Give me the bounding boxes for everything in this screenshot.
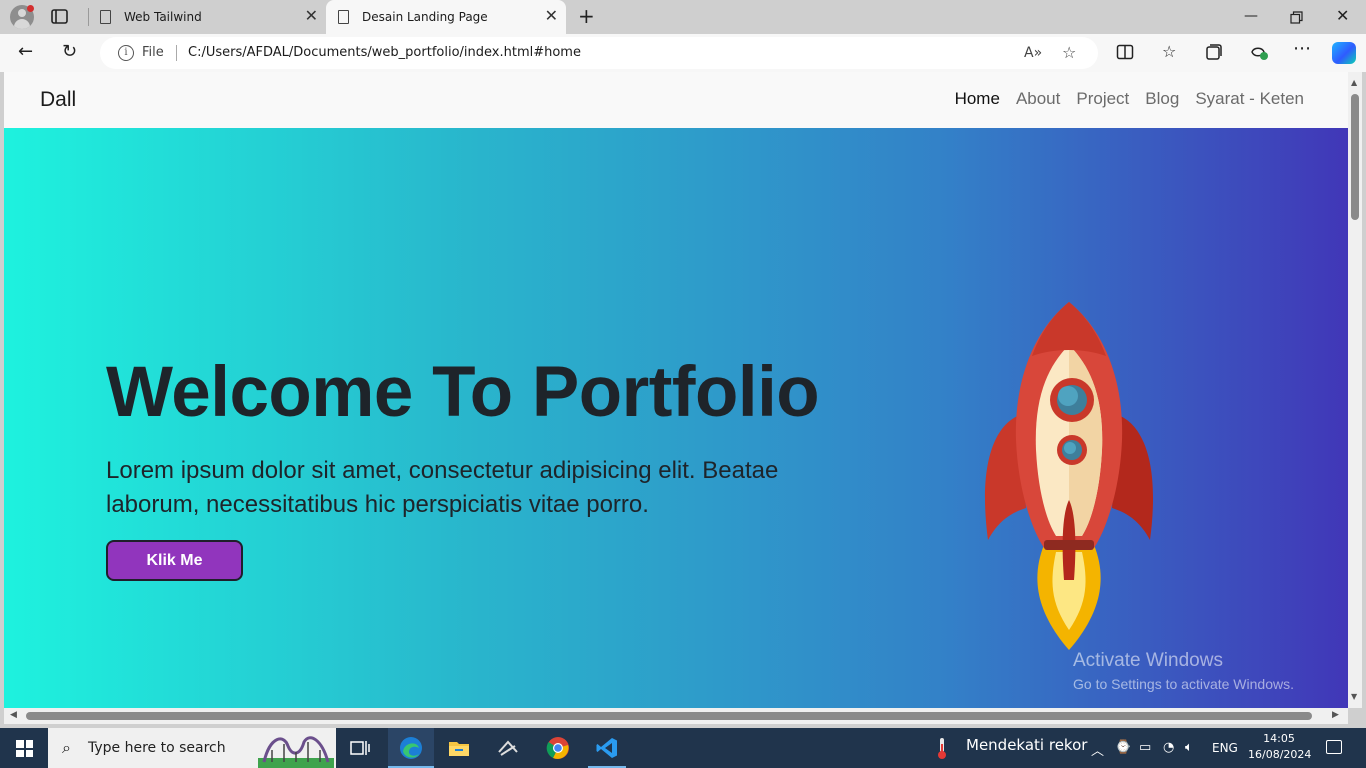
profile-notification-dot [27, 5, 34, 12]
horizontal-scroll-thumb[interactable] [26, 712, 1312, 720]
collections-icon[interactable] [1205, 43, 1223, 61]
tab-title: Web Tailwind [124, 10, 202, 24]
nav-link-home[interactable]: Home [955, 89, 1000, 109]
site-nav: Home About Project Blog Syarat - Keten [939, 89, 1304, 109]
thermometer-icon[interactable] [934, 736, 950, 760]
language-indicator[interactable]: ENG [1212, 741, 1238, 755]
vscode-icon[interactable] [595, 736, 619, 760]
minimize-icon[interactable]: — [1244, 8, 1258, 24]
close-tab-icon[interactable]: ✕ [545, 8, 558, 24]
nav-link-about[interactable]: About [1016, 89, 1060, 109]
page-icon [100, 10, 111, 24]
tab-desain-landing-page[interactable]: Desain Landing Page ✕ [326, 0, 566, 34]
task-view-icon[interactable] [348, 736, 372, 760]
nav-link-project[interactable]: Project [1076, 89, 1129, 109]
page-icon [338, 10, 349, 24]
wifi-icon[interactable]: ◔ [1163, 740, 1174, 755]
scroll-down-icon[interactable]: ▼ [1351, 692, 1357, 701]
windows-taskbar: ⌕ Type here to search Mendekati rekor ︿ … [0, 728, 1366, 768]
watermark-title: Activate Windows [1073, 650, 1223, 671]
site-header: Dall Home About Project Blog Syarat - Ke… [4, 72, 1348, 128]
favorite-star-icon[interactable]: ☆ [1062, 43, 1076, 62]
scroll-left-icon[interactable]: ◀ [10, 710, 17, 720]
edge-icon[interactable] [399, 736, 423, 760]
chrome-icon[interactable] [546, 736, 570, 760]
site-brand[interactable]: Dall [40, 88, 76, 112]
address-divider [176, 45, 177, 61]
new-tab-icon[interactable]: + [578, 6, 595, 26]
info-icon[interactable]: i [118, 45, 134, 61]
close-window-icon[interactable]: ✕ [1336, 6, 1349, 25]
scroll-right-icon[interactable]: ▶ [1332, 710, 1339, 720]
page-viewport: Dall Home About Project Blog Syarat - Ke… [4, 72, 1348, 708]
horizontal-scrollbar[interactable]: ◀ ▶ [4, 708, 1348, 724]
system-clock[interactable]: 14:05 16/08/2024 [1248, 731, 1312, 763]
taskbar-search-box[interactable]: ⌕ Type here to search [48, 728, 336, 768]
scheme-label: File [142, 45, 164, 60]
browser-tab-strip: Web Tailwind ✕ Desain Landing Page ✕ + —… [0, 0, 1366, 34]
clock-date: 16/08/2024 [1248, 748, 1312, 761]
browser-toolbar: ← ↻ i File C:/Users/AFDAL/Documents/web_… [0, 34, 1366, 72]
search-highlight-icon [258, 736, 334, 768]
split-screen-icon[interactable] [1116, 43, 1134, 61]
settings-more-icon[interactable]: ⋯ [1293, 40, 1311, 58]
meet-now-icon[interactable]: ⌚ [1115, 740, 1131, 755]
hero-section: Welcome To Portfolio Lorem ipsum dolor s… [4, 128, 1348, 708]
battery-icon[interactable]: ▭ [1139, 740, 1151, 755]
copilot-icon[interactable] [1332, 42, 1356, 64]
refresh-icon[interactable]: ↻ [62, 43, 77, 61]
vertical-scroll-thumb[interactable] [1351, 94, 1359, 220]
scroll-up-icon[interactable]: ▲ [1351, 78, 1357, 87]
search-icon: ⌕ [62, 738, 71, 757]
restore-icon[interactable] [1290, 11, 1303, 24]
hero-text: Lorem ipsum dolor sit amet, consectetur … [106, 457, 779, 518]
nav-link-blog[interactable]: Blog [1145, 89, 1179, 109]
volume-icon[interactable]: 🔈︎ [1185, 740, 1193, 755]
address-bar[interactable]: i File C:/Users/AFDAL/Documents/web_port… [100, 37, 1098, 69]
nav-link-syarat-keten[interactable]: Syarat - Keten [1195, 89, 1304, 109]
back-arrow-icon[interactable]: ← [18, 43, 33, 61]
clock-time: 14:05 [1263, 732, 1295, 745]
terminal-icon[interactable] [496, 736, 520, 760]
show-hidden-icons-icon[interactable]: ︿ [1091, 740, 1104, 759]
rocket-illustration-icon [984, 302, 1154, 650]
tab-web-tailwind[interactable]: Web Tailwind ✕ [88, 0, 326, 34]
notification-center-icon[interactable] [1326, 740, 1342, 754]
windows-start-icon[interactable] [16, 740, 33, 757]
weather-text[interactable]: Mendekati rekor [966, 736, 1087, 754]
favorites-icon[interactable]: ☆ [1162, 43, 1176, 61]
file-explorer-icon[interactable] [447, 736, 471, 760]
tab-actions-icon[interactable] [50, 8, 70, 26]
vertical-scrollbar[interactable]: ▲ ▼ [1348, 72, 1362, 708]
read-aloud-icon[interactable]: A» [1024, 45, 1042, 61]
close-tab-icon[interactable]: ✕ [305, 8, 318, 24]
tab-title: Desain Landing Page [362, 10, 488, 24]
search-placeholder: Type here to search [88, 740, 226, 756]
activate-windows-watermark: Activate Windows Go to Settings to activ… [1073, 650, 1294, 692]
watermark-subtitle: Go to Settings to activate Windows. [1073, 676, 1294, 692]
browser-essentials-icon[interactable] [1249, 43, 1269, 61]
hero-title: Welcome To Portfolio [106, 353, 820, 432]
url-text[interactable]: C:/Users/AFDAL/Documents/web_portfolio/i… [188, 45, 581, 60]
klik-me-button[interactable]: Klik Me [106, 540, 243, 581]
